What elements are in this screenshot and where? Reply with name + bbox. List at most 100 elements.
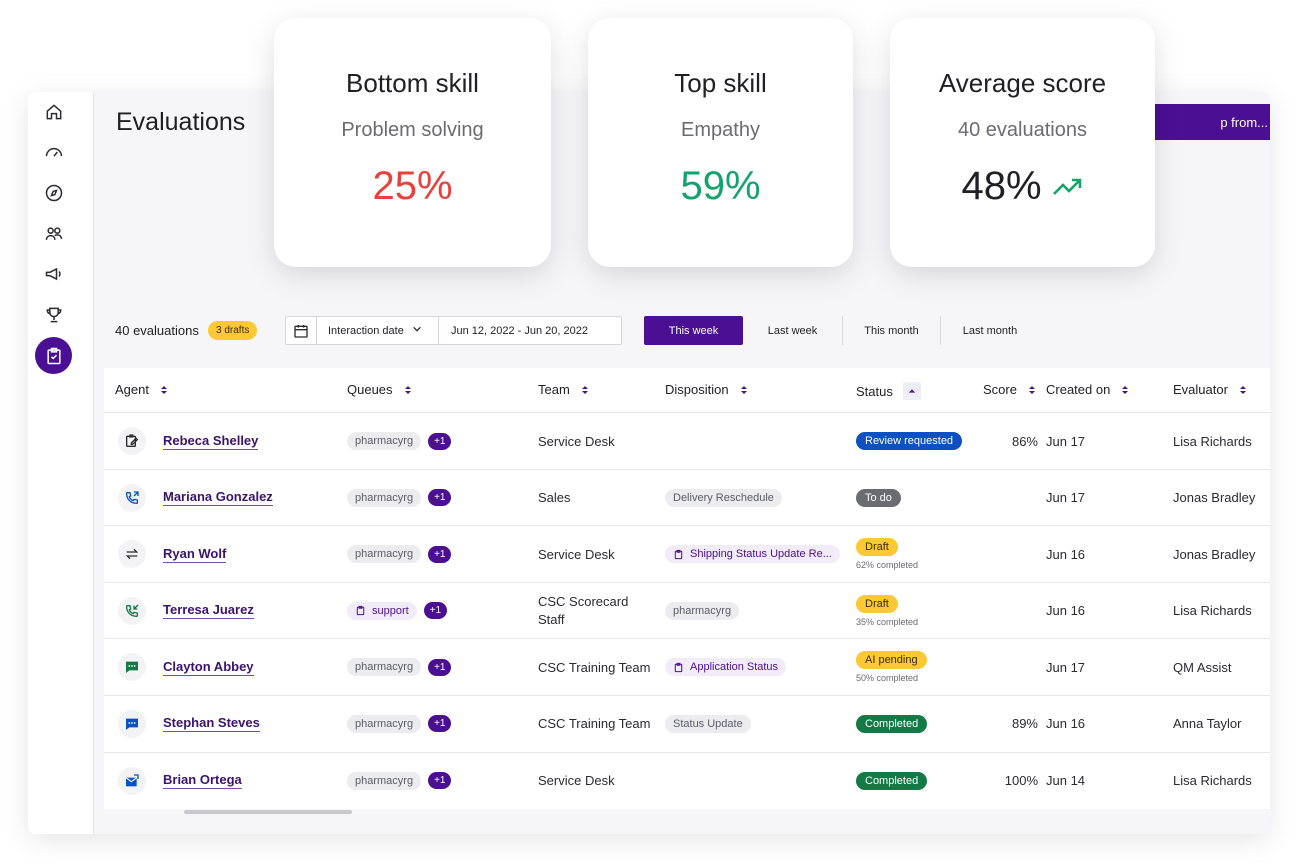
table-row[interactable]: Rebeca Shelley pharmacyrg +1 Service Desk… [104, 413, 1270, 470]
column-label: Score [983, 382, 1017, 397]
column-team[interactable]: Team [538, 382, 590, 397]
column-score[interactable]: Score [983, 382, 1037, 397]
agent-link[interactable]: Brian Ortega [163, 772, 242, 790]
clipboard-icon [356, 606, 365, 616]
card-title: Bottom skill [346, 68, 479, 98]
megaphone-icon[interactable] [40, 260, 68, 288]
sort-icon [160, 385, 167, 394]
evaluator-cell: QM Assist [1173, 659, 1232, 675]
queue-chip: pharmacyrg [347, 488, 422, 507]
period-last-month[interactable]: Last month [940, 316, 1039, 345]
chevron-down-icon [412, 324, 422, 337]
column-disposition[interactable]: Disposition [665, 382, 749, 397]
stat-card-top-skill: Top skill Empathy 59% [588, 18, 853, 267]
team-cell: CSC Training Team [538, 659, 651, 675]
trending-up-icon [1052, 178, 1081, 195]
column-evaluator[interactable]: Evaluator [1173, 382, 1248, 397]
card-value: 59% [680, 164, 761, 208]
column-label: Created on [1046, 382, 1111, 397]
column-label: Queues [347, 382, 393, 397]
table-row[interactable]: Brian Ortega pharmacyrg +1 Service Desk C… [104, 752, 1270, 810]
sort-icon [740, 385, 747, 394]
card-subtitle: 40 evaluations [958, 119, 1087, 141]
queue-chip: support [347, 601, 417, 620]
date-range-input[interactable]: Jun 12, 2022 - Jun 20, 2022 [439, 317, 621, 344]
stat-card-bottom-skill: Bottom skill Problem solving 25% [274, 18, 551, 267]
table-row[interactable]: Clayton Abbey pharmacyrg +1 CSC Training … [104, 639, 1270, 696]
date-type-label: Interaction date [328, 324, 404, 337]
status-badge: Draft [856, 594, 898, 613]
agent-link[interactable]: Ryan Wolf [163, 546, 227, 563]
queue-chip: pharmacyrg [347, 545, 422, 564]
queue-more-badge[interactable]: +1 [428, 658, 452, 676]
column-created-on[interactable]: Created on [1046, 382, 1130, 397]
queue-more-badge[interactable]: +1 [428, 432, 452, 450]
card-subtitle: Empathy [681, 119, 760, 141]
queue-chip: pharmacyrg [347, 771, 422, 790]
created-cell: Jun 16 [1046, 603, 1086, 619]
agent-link[interactable]: Clayton Abbey [163, 659, 254, 676]
queue-more-badge[interactable]: +1 [428, 489, 452, 507]
date-filter: Interaction date Jun 12, 2022 - Jun 20, … [285, 316, 622, 345]
stat-card-average-score: Average score 40 evaluations 48% [890, 18, 1155, 267]
queue-more-badge[interactable]: +1 [428, 545, 452, 563]
drafts-badge[interactable]: 3 drafts [208, 321, 258, 340]
page-title: Evaluations [116, 108, 246, 136]
created-cell: Jun 16 [1046, 716, 1086, 732]
queue-more-badge[interactable]: +1 [428, 715, 452, 733]
trophy-icon[interactable] [40, 301, 68, 329]
clipboard-icon [674, 662, 683, 673]
column-queues[interactable]: Queues [347, 382, 413, 397]
card-title: Top skill [674, 68, 767, 98]
sort-icon [1122, 385, 1129, 394]
table-row[interactable]: Ryan Wolf pharmacyrg +1 Service Desk Ship… [104, 526, 1270, 583]
horizontal-scrollbar[interactable] [184, 810, 352, 814]
compass-icon[interactable] [40, 179, 68, 207]
team-cell: CSC Training Team [538, 716, 651, 732]
table-row[interactable]: Mariana Gonzalez pharmacyrg +1 Sales Deli… [104, 469, 1270, 527]
team-icon[interactable] [40, 220, 68, 248]
column-label: Disposition [665, 382, 729, 397]
table-row[interactable]: Stephan Steves pharmacyrg +1 CSC Training… [104, 695, 1270, 753]
created-cell: Jun 14 [1046, 773, 1086, 789]
team-cell: Service Desk [538, 773, 615, 789]
chat-blue-icon [118, 709, 146, 738]
clipboard-icon [674, 549, 683, 559]
evaluator-cell: Lisa Richards [1173, 773, 1252, 789]
sort-ascending-icon [902, 382, 921, 400]
queue-chip: pharmacyrg [347, 714, 422, 733]
phone-incoming-icon [118, 596, 146, 625]
home-icon[interactable] [40, 98, 68, 126]
status-badge: Completed [856, 714, 928, 733]
queue-more-badge[interactable]: +1 [428, 772, 452, 790]
status-progress: 50% completed [856, 673, 919, 684]
disposition-chip: Application Status [665, 658, 787, 677]
agent-link[interactable]: Terresa Juarez [163, 602, 254, 620]
table-row[interactable]: Terresa Juarez support +1 CSC Scorecard S… [104, 582, 1270, 640]
agent-link[interactable]: Mariana Gonzalez [163, 489, 273, 507]
period-this-month[interactable]: This month [842, 316, 940, 345]
sort-icon [1239, 385, 1246, 394]
dashboard-gauge-icon[interactable] [40, 138, 68, 166]
status-badge: Draft [856, 538, 898, 557]
period-last-week[interactable]: Last week [743, 316, 842, 345]
card-title: Average score [938, 68, 1107, 98]
queue-label: support [372, 604, 409, 617]
sort-icon [1028, 385, 1035, 394]
date-type-select[interactable]: Interaction date [317, 317, 439, 344]
clipboard-check-icon[interactable] [35, 337, 72, 374]
sidebar [28, 92, 94, 834]
status-badge: To do [856, 488, 901, 507]
queue-more-badge[interactable]: +1 [423, 602, 448, 620]
calendar-icon[interactable] [286, 317, 317, 344]
agent-link[interactable]: Stephan Steves [163, 715, 260, 733]
disposition-chip: Shipping Status Update Re... [665, 545, 840, 564]
created-cell: Jun 16 [1046, 546, 1086, 562]
evaluation-count: 40 evaluations [115, 323, 199, 338]
period-this-week[interactable]: This week [644, 316, 743, 345]
column-agent[interactable]: Agent [115, 382, 169, 397]
agent-link[interactable]: Rebeca Shelley [163, 433, 259, 450]
column-status[interactable]: Status [856, 382, 921, 400]
status-badge: AI pending [856, 651, 927, 670]
team-cell: Service Desk [538, 433, 615, 449]
